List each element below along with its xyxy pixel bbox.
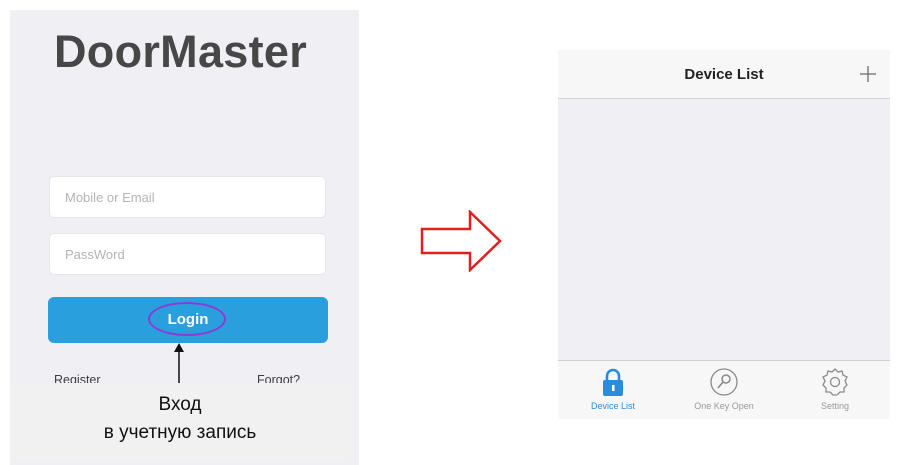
transition-arrow-icon xyxy=(420,210,502,272)
caption-box: Вход в учетную запись xyxy=(10,383,350,461)
highlight-oval xyxy=(148,302,226,336)
lock-icon xyxy=(603,368,623,396)
caption-line-2: в учетную запись xyxy=(103,422,257,443)
add-icon[interactable] xyxy=(856,62,880,86)
login-screen: DoorMaster Login Register Forgot? Вход в… xyxy=(10,10,359,465)
login-button[interactable]: Login xyxy=(48,297,328,343)
tab-bar: Device List One Key Open Setting xyxy=(558,360,890,419)
password-field-container xyxy=(49,233,326,275)
gear-icon xyxy=(822,368,848,396)
tab-label: Setting xyxy=(820,401,850,411)
email-field-container xyxy=(49,176,326,218)
device-list-screen: Device List Device List One Key Open Set… xyxy=(558,50,890,419)
app-logo: DoorMaster xyxy=(54,26,308,77)
caption-line-1: Вход xyxy=(158,394,202,415)
tab-one-key-open[interactable]: One Key Open xyxy=(669,361,779,419)
key-icon xyxy=(710,368,738,396)
tab-label: Device List xyxy=(590,401,635,411)
page-title: Device List xyxy=(684,66,764,83)
tab-setting[interactable]: Setting xyxy=(780,361,890,419)
pointer-arrow-icon xyxy=(174,343,184,387)
email-field[interactable] xyxy=(50,177,325,217)
nav-bar: Device List xyxy=(558,50,890,99)
tab-label: One Key Open xyxy=(694,401,754,411)
tab-device-list[interactable]: Device List xyxy=(558,361,668,419)
password-field[interactable] xyxy=(50,234,325,274)
